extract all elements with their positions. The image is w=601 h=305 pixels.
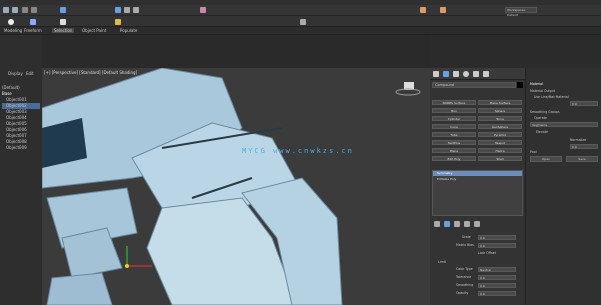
property-row[interactable]: Use Line/Mat Material: [534, 95, 569, 99]
param-label: Scale: [462, 235, 471, 239]
pin-stack-icon[interactable]: [434, 221, 440, 227]
save-button[interactable]: Save: [566, 156, 598, 162]
param-spinner[interactable]: 0.0: [478, 243, 516, 248]
object-button[interactable]: Plane: [432, 148, 476, 153]
object-button[interactable]: Cone: [432, 124, 476, 129]
param-checkbox-label[interactable]: Lock Offset: [478, 251, 496, 255]
object-button[interactable]: Plane Surface: [478, 100, 522, 105]
width-spinner[interactable]: 0.0: [570, 101, 598, 106]
viewport-perspective[interactable]: [42, 68, 430, 305]
property-row: Pool: [530, 150, 537, 154]
render-icon[interactable]: [420, 7, 426, 13]
ribbon-tabs: Modeling Freeform Selection Object Paint…: [0, 27, 601, 35]
viewport-label[interactable]: [+] [Perspective] [Standard] [Default Sh…: [44, 70, 137, 75]
tab-object-paint[interactable]: Object Paint: [82, 28, 106, 33]
object-button[interactable]: Cylinder: [432, 116, 476, 121]
modify-tab-icon[interactable]: [443, 71, 449, 77]
utilities-tab-icon[interactable]: [483, 71, 489, 77]
param-label: Matrix Bias: [456, 243, 474, 247]
hierarchy-tab-icon[interactable]: [453, 71, 459, 77]
redo-icon[interactable]: [12, 7, 18, 13]
param-label: Smoothing: [456, 283, 474, 287]
scene-explorer: Display Edit (Default) Base Object001 Ob…: [0, 35, 42, 305]
3d-model-render: [42, 68, 430, 305]
object-button[interactable]: GeoSphere: [478, 124, 522, 129]
make-unique-icon[interactable]: [454, 221, 460, 227]
main-toolbar: Workspaces: Default: [0, 5, 601, 17]
object-button[interactable]: Torus: [478, 116, 522, 121]
angle-spinner[interactable]: 0.0: [570, 144, 598, 149]
property-row[interactable]: Elevate: [536, 130, 548, 134]
object-name-field[interactable]: Compound: [432, 82, 516, 88]
object-button[interactable]: Tube: [432, 132, 476, 137]
object-button[interactable]: Shell: [478, 156, 522, 161]
param-spinner[interactable]: 0.0: [478, 275, 516, 280]
create-tab-icon[interactable]: [433, 71, 439, 77]
tab-selection[interactable]: Selection: [52, 28, 75, 33]
property-row: Normalize: [570, 138, 587, 142]
remove-modifier-icon[interactable]: [464, 221, 470, 227]
property-row[interactable]: Operate: [534, 116, 547, 120]
undo-icon[interactable]: [3, 7, 9, 13]
param-spinner[interactable]: 0.0: [478, 283, 516, 288]
move-icon[interactable]: [115, 7, 121, 13]
modifier-item[interactable]: Editable Poly: [433, 177, 522, 182]
object-button[interactable]: Teapot: [478, 140, 522, 145]
param-dropdown[interactable]: Neutral: [478, 267, 516, 272]
tab-display[interactable]: Display: [8, 71, 23, 76]
teapot-icon[interactable]: [440, 7, 446, 13]
list-item[interactable]: Object009: [2, 145, 40, 151]
property-row: Material Output: [530, 89, 556, 93]
object-button[interactable]: Edit Poly: [432, 156, 476, 161]
cylinder-icon[interactable]: [60, 19, 66, 25]
workspace-select[interactable]: Workspaces: Default: [505, 7, 537, 17]
tab-populate[interactable]: Populate: [120, 28, 137, 33]
object-type-buttons: NURBS Surface Plane Surface Box Sphere C…: [432, 100, 523, 166]
settings-icon[interactable]: [300, 19, 306, 25]
poly-icon[interactable]: [115, 19, 121, 25]
open-button[interactable]: Open: [530, 156, 562, 162]
param-spinner[interactable]: 0.0: [478, 291, 516, 296]
object-button[interactable]: Sphere: [478, 108, 522, 113]
param-label: Opacity: [456, 291, 469, 295]
select-icon[interactable]: [60, 7, 66, 13]
object-button[interactable]: NURBS Surface: [432, 100, 476, 105]
param-label: Tolerance: [456, 275, 472, 279]
tab-edit[interactable]: Edit: [26, 71, 34, 76]
display-tab-icon[interactable]: [473, 71, 479, 77]
param-spinner[interactable]: 0.0: [478, 235, 516, 240]
show-end-result-icon[interactable]: [444, 221, 450, 227]
stack-toolbar: [432, 220, 523, 228]
object-button[interactable]: Hedra: [478, 148, 522, 153]
command-panel-tabs: [430, 68, 525, 80]
object-button[interactable]: TextPlus: [432, 140, 476, 145]
sphere-icon[interactable]: [8, 19, 14, 25]
property-row: Smoothing Groups: [530, 110, 560, 114]
unlink-icon[interactable]: [31, 7, 37, 13]
tab-modeling[interactable]: Modeling: [4, 28, 22, 33]
watermark-text: MYCG www.cnwkzs.cn: [242, 147, 354, 155]
viewport-top-band: [42, 35, 430, 68]
explorer-list: (Default) Base Object001 Object002 Objec…: [2, 85, 40, 285]
box-icon[interactable]: [30, 19, 36, 25]
object-button[interactable]: Box: [432, 108, 476, 113]
param-label: Color Type: [456, 267, 473, 271]
object-color-swatch[interactable]: [517, 82, 523, 88]
rotate-icon[interactable]: [124, 7, 130, 13]
snap-icon[interactable]: [200, 7, 206, 13]
ribbon-toolbar: [0, 16, 601, 27]
modifier-parameters: Scale 0.0 Matrix Bias 0.0 Lock Offset Li…: [432, 232, 523, 302]
scale-icon[interactable]: [133, 7, 139, 13]
object-button[interactable]: Pyramid: [478, 132, 522, 137]
link-icon[interactable]: [22, 7, 28, 13]
modifier-item-selected[interactable]: Symmetry: [433, 171, 522, 176]
segments-field[interactable]: Segments: [530, 122, 598, 127]
properties-title: Material: [530, 82, 543, 86]
configure-sets-icon[interactable]: [474, 221, 480, 227]
motion-tab-icon[interactable]: [463, 71, 469, 77]
properties-window: Material Material Output Use Line/Mat Ma…: [525, 68, 601, 305]
section-title[interactable]: Limit: [438, 260, 446, 264]
tab-freeform[interactable]: Freeform: [24, 28, 42, 33]
